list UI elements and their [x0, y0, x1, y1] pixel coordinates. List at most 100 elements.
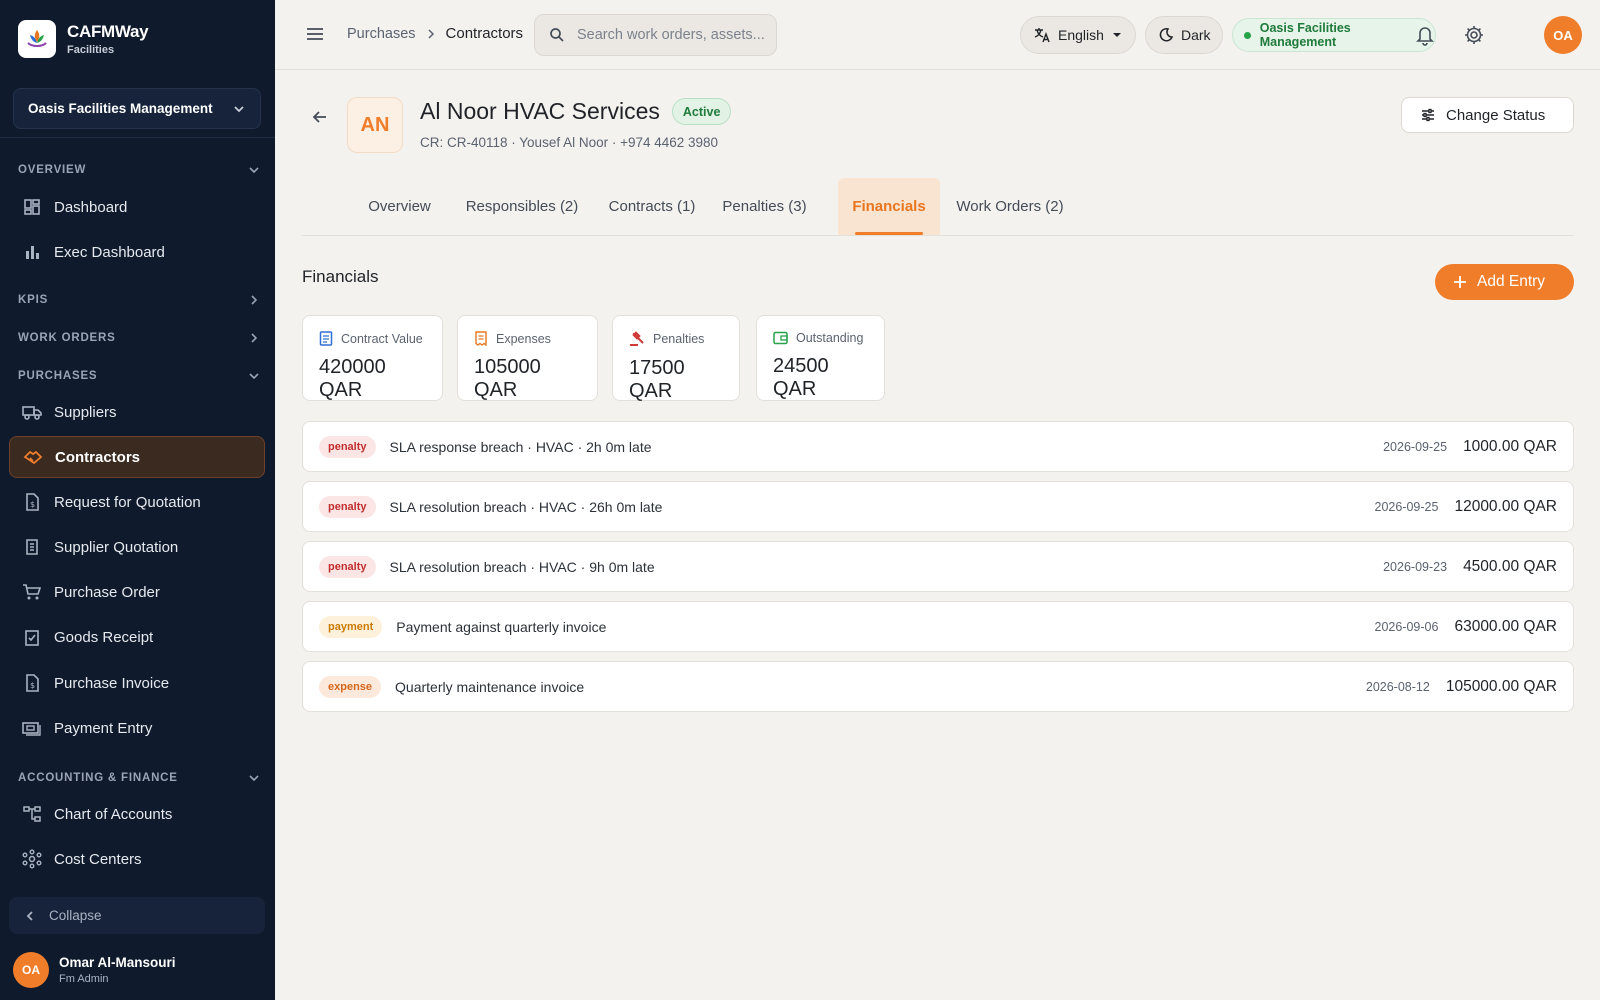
sidebar-item-exec-dashboard[interactable]: Exec Dashboard	[9, 231, 265, 273]
table-row[interactable]: penalty SLA response breach · HVAC · 2h …	[302, 421, 1574, 472]
table-row[interactable]: penalty SLA resolution breach · HVAC · 2…	[302, 481, 1574, 532]
entry-amount: 1000.00 QAR	[1463, 437, 1557, 455]
breadcrumb: Purchases Contractors	[347, 25, 523, 42]
table-row[interactable]: penalty SLA resolution breach · HVAC · 9…	[302, 541, 1574, 592]
search-input[interactable]	[577, 27, 767, 43]
svg-text:$: $	[30, 681, 35, 690]
receipt-icon	[22, 537, 42, 557]
entry-type-badge: penalty	[319, 495, 376, 518]
cart-icon	[22, 582, 42, 602]
page-title: Al Noor HVAC Services	[420, 98, 660, 124]
sidebar-item-contractors[interactable]: Contractors	[9, 436, 265, 478]
entry-description: SLA resolution breach · HVAC · 9h 0m lat…	[389, 558, 655, 575]
sidebar-item-chart-of-accounts[interactable]: Chart of Accounts	[9, 793, 265, 835]
entry-type-badge: penalty	[319, 435, 376, 458]
entry-type-badge: penalty	[319, 555, 376, 578]
contractor-subtitle: CR: CR-40118 · Yousef Al Noor · +974 446…	[420, 135, 719, 150]
sidebar-item-supplier-quotation[interactable]: Supplier Quotation	[9, 526, 265, 568]
truck-icon	[22, 402, 42, 422]
section-title: Financials	[302, 267, 379, 286]
stat-card-contract-value: Contract Value 420000 QAR	[302, 315, 443, 401]
chevron-right-icon	[251, 295, 258, 305]
tab-work-orders[interactable]: Work Orders (2)	[950, 178, 1070, 235]
brand[interactable]: CAFMWay Facilities	[18, 20, 149, 58]
breadcrumb-purchases[interactable]: Purchases	[347, 26, 416, 42]
user-role: Fm Admin	[59, 973, 109, 985]
sidebar-item-cost-centers[interactable]: Cost Centers	[9, 838, 265, 880]
wallet-icon	[773, 331, 788, 345]
entry-date: 2026-09-06	[1374, 619, 1439, 634]
entry-description: SLA resolution breach · HVAC · 26h 0m la…	[389, 498, 663, 515]
breadcrumb-current: Contractors	[445, 25, 524, 42]
main-content: AN Al Noor HVAC Services Active CR: CR-4…	[275, 70, 1600, 1000]
tab-overview[interactable]: Overview	[357, 178, 442, 235]
chevron-down-icon	[249, 167, 259, 174]
tab-contracts[interactable]: Contracts (1)	[602, 178, 702, 235]
tab-financials[interactable]: Financials	[838, 178, 940, 235]
receipt-icon	[474, 331, 488, 346]
menu-icon[interactable]	[305, 24, 325, 44]
bell-icon[interactable]	[1415, 24, 1435, 46]
sidebar-item-purchase-invoice[interactable]: $ Purchase Invoice	[9, 662, 265, 704]
document-dollar-icon: $	[22, 492, 42, 512]
sidebar-item-request-for-quotation[interactable]: $ Request for Quotation	[9, 481, 265, 523]
user-name: Omar Al-Mansouri	[59, 955, 176, 970]
change-status-button[interactable]: Change Status	[1401, 97, 1574, 133]
gear-icon[interactable]	[1463, 24, 1485, 46]
search-box[interactable]	[534, 14, 777, 56]
nav-section-accounting-finance[interactable]: ACCOUNTING & FINANCE	[18, 772, 260, 784]
entry-amount: 4500.00 QAR	[1463, 557, 1557, 575]
table-row[interactable]: payment Payment against quarterly invoic…	[302, 601, 1574, 652]
stat-card-expenses: Expenses 105000 QAR	[457, 315, 598, 401]
org-status-badge: Oasis Facilities Management	[1232, 18, 1436, 52]
entry-description: SLA response breach · HVAC · 2h 0m late	[389, 438, 652, 455]
gavel-icon	[629, 331, 645, 347]
add-entry-button[interactable]: Add Entry	[1435, 264, 1574, 300]
chevron-right-icon	[426, 28, 436, 40]
sidebar-item-purchase-order[interactable]: Purchase Order	[9, 571, 265, 613]
user-profile[interactable]: OA Omar Al-Mansouri Fm Admin	[13, 952, 176, 988]
brand-name: CAFMWay	[67, 22, 149, 41]
caret-down-icon	[1112, 33, 1121, 37]
entry-description: Payment against quarterly invoice	[396, 618, 607, 635]
entry-date: 2026-09-25	[1374, 499, 1439, 514]
user-avatar-button[interactable]: OA	[1544, 16, 1582, 54]
sidebar-item-dashboard[interactable]: Dashboard	[9, 186, 265, 228]
entry-amount: 105000.00 QAR	[1445, 677, 1557, 695]
stat-value: 420000 QAR	[319, 356, 386, 401]
sidebar-item-payment-entry[interactable]: Payment Entry	[9, 707, 265, 749]
stat-value: 17500 QAR	[629, 357, 685, 402]
language-value: English	[1058, 27, 1104, 43]
search-icon	[550, 28, 564, 42]
nav-section-work-orders[interactable]: WORK ORDERS	[18, 332, 260, 344]
entry-date: 2026-09-25	[1383, 439, 1448, 454]
table-row[interactable]: expense Quarterly maintenance invoice 20…	[302, 661, 1574, 712]
entry-description: Quarterly maintenance invoice	[395, 678, 585, 695]
entry-date: 2026-08-12	[1365, 679, 1430, 694]
invoice-icon: $	[22, 673, 42, 693]
sidebar-divider	[0, 137, 275, 138]
tab-responsibles[interactable]: Responsibles (2)	[452, 178, 592, 235]
chevron-right-icon	[251, 333, 258, 343]
back-arrow-icon[interactable]	[310, 107, 330, 127]
brand-logo-icon	[18, 20, 56, 58]
tab-penalties[interactable]: Penalties (3)	[712, 178, 817, 235]
avatar: OA	[13, 952, 49, 988]
entry-date: 2026-09-23	[1383, 559, 1448, 574]
stat-card-penalties: Penalties 17500 QAR	[612, 315, 740, 402]
sidebar-item-goods-receipt[interactable]: Goods Receipt	[9, 616, 265, 658]
theme-toggle[interactable]: Dark	[1145, 16, 1223, 54]
sidebar-item-suppliers[interactable]: Suppliers	[9, 391, 265, 433]
contractor-avatar: AN	[347, 97, 403, 153]
handshake-icon	[23, 447, 43, 467]
nav-section-purchases[interactable]: PURCHASES	[18, 370, 260, 382]
language-selector[interactable]: English	[1020, 16, 1136, 54]
topbar: Purchases Contractors English Dark Oasis…	[275, 0, 1600, 70]
chevron-left-icon	[25, 910, 35, 922]
stat-value: 24500 QAR	[773, 355, 829, 400]
nav-section-kpis[interactable]: KPIS	[18, 294, 260, 306]
stat-value: 105000 QAR	[474, 356, 541, 401]
nav-section-overview[interactable]: OVERVIEW	[18, 164, 260, 176]
org-selector[interactable]: Oasis Facilities Management	[13, 88, 261, 129]
collapse-button[interactable]: Collapse	[9, 897, 265, 934]
